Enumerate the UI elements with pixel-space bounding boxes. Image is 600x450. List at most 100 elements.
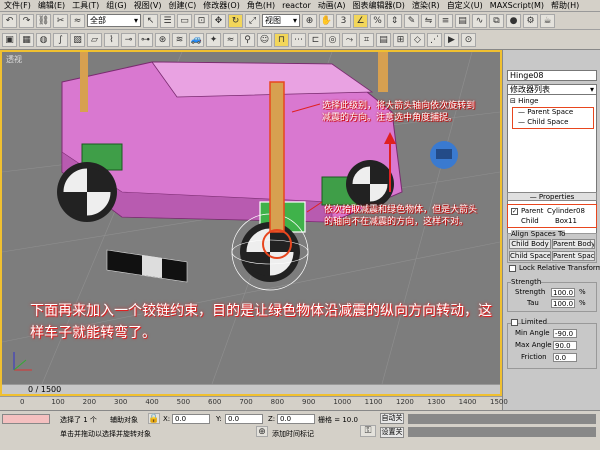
auto-key-button[interactable]: 自动关 bbox=[380, 413, 404, 424]
deforming-mesh-icon[interactable]: ▧ bbox=[70, 32, 85, 47]
selected-keys-track[interactable] bbox=[408, 427, 596, 437]
key-filters-track[interactable] bbox=[408, 414, 596, 424]
lock-relative-checkbox[interactable] bbox=[509, 265, 516, 272]
toy-car-icon[interactable]: 🚙 bbox=[189, 32, 204, 47]
y-coordinate-field[interactable]: 0.0 bbox=[225, 414, 263, 424]
menu-item[interactable]: 编辑(E) bbox=[38, 0, 65, 11]
parent-value[interactable]: Cylinder08 bbox=[547, 207, 585, 215]
reference-coord-select[interactable]: 视图 ▾ bbox=[262, 14, 300, 27]
menu-item[interactable]: 渲染(R) bbox=[412, 0, 440, 11]
reduce-keys-icon[interactable]: ⋰ bbox=[427, 32, 442, 47]
rigid-body-collection-icon[interactable]: ▣ bbox=[2, 32, 17, 47]
frame-counter[interactable]: 0 / 1500 bbox=[2, 384, 500, 394]
fracture-icon[interactable]: ✦ bbox=[206, 32, 221, 47]
friction-input[interactable]: 0.0 bbox=[553, 353, 577, 362]
parent-body-button[interactable]: Parent Body bbox=[552, 239, 595, 249]
percent-snap-icon[interactable]: % bbox=[370, 13, 385, 28]
render-setup-icon[interactable]: ⚙ bbox=[523, 13, 538, 28]
linear-dashpot-icon[interactable]: ⊸ bbox=[121, 32, 136, 47]
material-editor-icon[interactable]: ● bbox=[506, 13, 521, 28]
curve-editor-icon[interactable]: ∿ bbox=[472, 13, 487, 28]
key-icon[interactable]: ⚿ bbox=[360, 425, 376, 437]
analyze-world-icon[interactable]: ⊞ bbox=[393, 32, 408, 47]
preview-animation-icon[interactable]: ▶ bbox=[444, 32, 459, 47]
create-animation-icon[interactable]: ⊙ bbox=[461, 32, 476, 47]
point-to-path-icon[interactable]: ⤳ bbox=[342, 32, 357, 47]
check-convexity-icon[interactable]: ◇ bbox=[410, 32, 425, 47]
child-value[interactable]: Box11 bbox=[555, 217, 577, 225]
rag-doll-icon[interactable]: ☺ bbox=[257, 32, 272, 47]
named-selection-icon[interactable]: ✎ bbox=[404, 13, 419, 28]
point-to-point-icon[interactable]: ⋯ bbox=[291, 32, 306, 47]
rope-collection-icon[interactable]: ∫ bbox=[53, 32, 68, 47]
menu-item[interactable]: 文件(F) bbox=[4, 0, 31, 11]
wind-icon[interactable]: ≋ bbox=[172, 32, 187, 47]
property-editor-icon[interactable]: ▤ bbox=[376, 32, 391, 47]
menu-item[interactable]: 视图(V) bbox=[134, 0, 162, 11]
menu-item[interactable]: 帮助(H) bbox=[551, 0, 579, 11]
stack-item-child-space[interactable]: — Child Space bbox=[518, 118, 568, 127]
water-icon[interactable]: ≈ bbox=[223, 32, 238, 47]
bind-space-warp-icon[interactable]: ≈ bbox=[70, 13, 85, 28]
menu-item[interactable]: 组(G) bbox=[106, 0, 126, 11]
angle-snap-icon[interactable]: ∠ bbox=[353, 13, 368, 28]
fracture2-icon[interactable]: ⌗ bbox=[359, 32, 374, 47]
undo-icon[interactable]: ↶ bbox=[2, 13, 17, 28]
render-icon[interactable]: ☕ bbox=[540, 13, 555, 28]
snap-icon[interactable]: 3 bbox=[336, 13, 351, 28]
cloth-collection-icon[interactable]: ▦ bbox=[19, 32, 34, 47]
selection-filter-select[interactable]: 全部 ▾ bbox=[87, 14, 141, 27]
menu-item[interactable]: 修改器(O) bbox=[203, 0, 240, 11]
select-by-name-icon[interactable]: ☰ bbox=[160, 13, 175, 28]
align-icon[interactable]: ≡ bbox=[438, 13, 453, 28]
motor-icon[interactable]: ⊛ bbox=[155, 32, 170, 47]
time-tag-icon[interactable]: ⊕ bbox=[256, 426, 268, 437]
manipulate-icon[interactable]: ✋ bbox=[319, 13, 334, 28]
stack-item-hinge[interactable]: ⊟ Hinge bbox=[510, 97, 539, 106]
object-name-field[interactable]: Hinge08 bbox=[507, 70, 597, 81]
stack-item-parent-space[interactable]: — Parent Space bbox=[518, 108, 573, 117]
soft-body-collection-icon[interactable]: ◍ bbox=[36, 32, 51, 47]
set-key-button[interactable]: 设置关 bbox=[380, 427, 404, 438]
car-wheel-icon[interactable]: ◎ bbox=[325, 32, 340, 47]
limited-checkbox[interactable] bbox=[511, 319, 518, 326]
layer-icon[interactable]: ▤ bbox=[455, 13, 470, 28]
hinge-constraint-icon[interactable]: ⊓ bbox=[274, 32, 289, 47]
unlink-icon[interactable]: ✂ bbox=[53, 13, 68, 28]
parent-space-button[interactable]: Parent Space bbox=[552, 251, 595, 261]
menu-item[interactable]: MAXScript(M) bbox=[490, 1, 544, 10]
window-crossing-icon[interactable]: ⊡ bbox=[194, 13, 209, 28]
menu-item[interactable]: 角色(H) bbox=[247, 0, 275, 11]
timeline-ruler[interactable]: 0 100 200 300 400 500 600 700 800 900 1000 1100 1200… bbox=[0, 396, 508, 410]
menu-item[interactable]: reactor bbox=[282, 1, 311, 10]
x-coordinate-field[interactable]: 0.0 bbox=[172, 414, 210, 424]
mirror-icon[interactable]: ⇋ bbox=[421, 13, 436, 28]
link-icon[interactable]: ⛓ bbox=[36, 13, 51, 28]
menu-item[interactable]: 图表编辑器(D) bbox=[352, 0, 404, 11]
tau-input[interactable]: 100.0 bbox=[551, 299, 575, 308]
min-angle-input[interactable]: -90.0 bbox=[553, 329, 577, 338]
parent-checkbox[interactable]: ✓ bbox=[511, 208, 518, 215]
rect-select-icon[interactable]: ▭ bbox=[177, 13, 192, 28]
child-body-button[interactable]: Child Body bbox=[509, 239, 551, 249]
pivot-icon[interactable]: ⊕ bbox=[302, 13, 317, 28]
menu-item[interactable]: 创建(C) bbox=[168, 0, 196, 11]
angular-dashpot-icon[interactable]: ⊶ bbox=[138, 32, 153, 47]
scale-icon[interactable]: ⤢ bbox=[245, 13, 260, 28]
schematic-icon[interactable]: ⧉ bbox=[489, 13, 504, 28]
prismatic-icon[interactable]: ⊏ bbox=[308, 32, 323, 47]
menu-item[interactable]: 工具(T) bbox=[72, 0, 99, 11]
add-time-tag[interactable]: 添加时间标记 bbox=[272, 429, 314, 439]
spinner-snap-icon[interactable]: ⇕ bbox=[387, 13, 402, 28]
spring-icon[interactable]: ⌇ bbox=[104, 32, 119, 47]
child-space-button[interactable]: Child Space bbox=[509, 251, 551, 261]
rotate-icon[interactable]: ↻ bbox=[228, 13, 243, 28]
constraint-solver-icon[interactable]: ⚲ bbox=[240, 32, 255, 47]
z-coordinate-field[interactable]: 0.0 bbox=[277, 414, 315, 424]
select-icon[interactable]: ↖ bbox=[143, 13, 158, 28]
menu-item[interactable]: 自定义(U) bbox=[447, 0, 483, 11]
maxscript-listener[interactable] bbox=[2, 414, 50, 424]
properties-rollout[interactable]: — Properties bbox=[507, 192, 597, 201]
move-icon[interactable]: ✥ bbox=[211, 13, 226, 28]
menu-item[interactable]: 动画(A) bbox=[318, 0, 346, 11]
